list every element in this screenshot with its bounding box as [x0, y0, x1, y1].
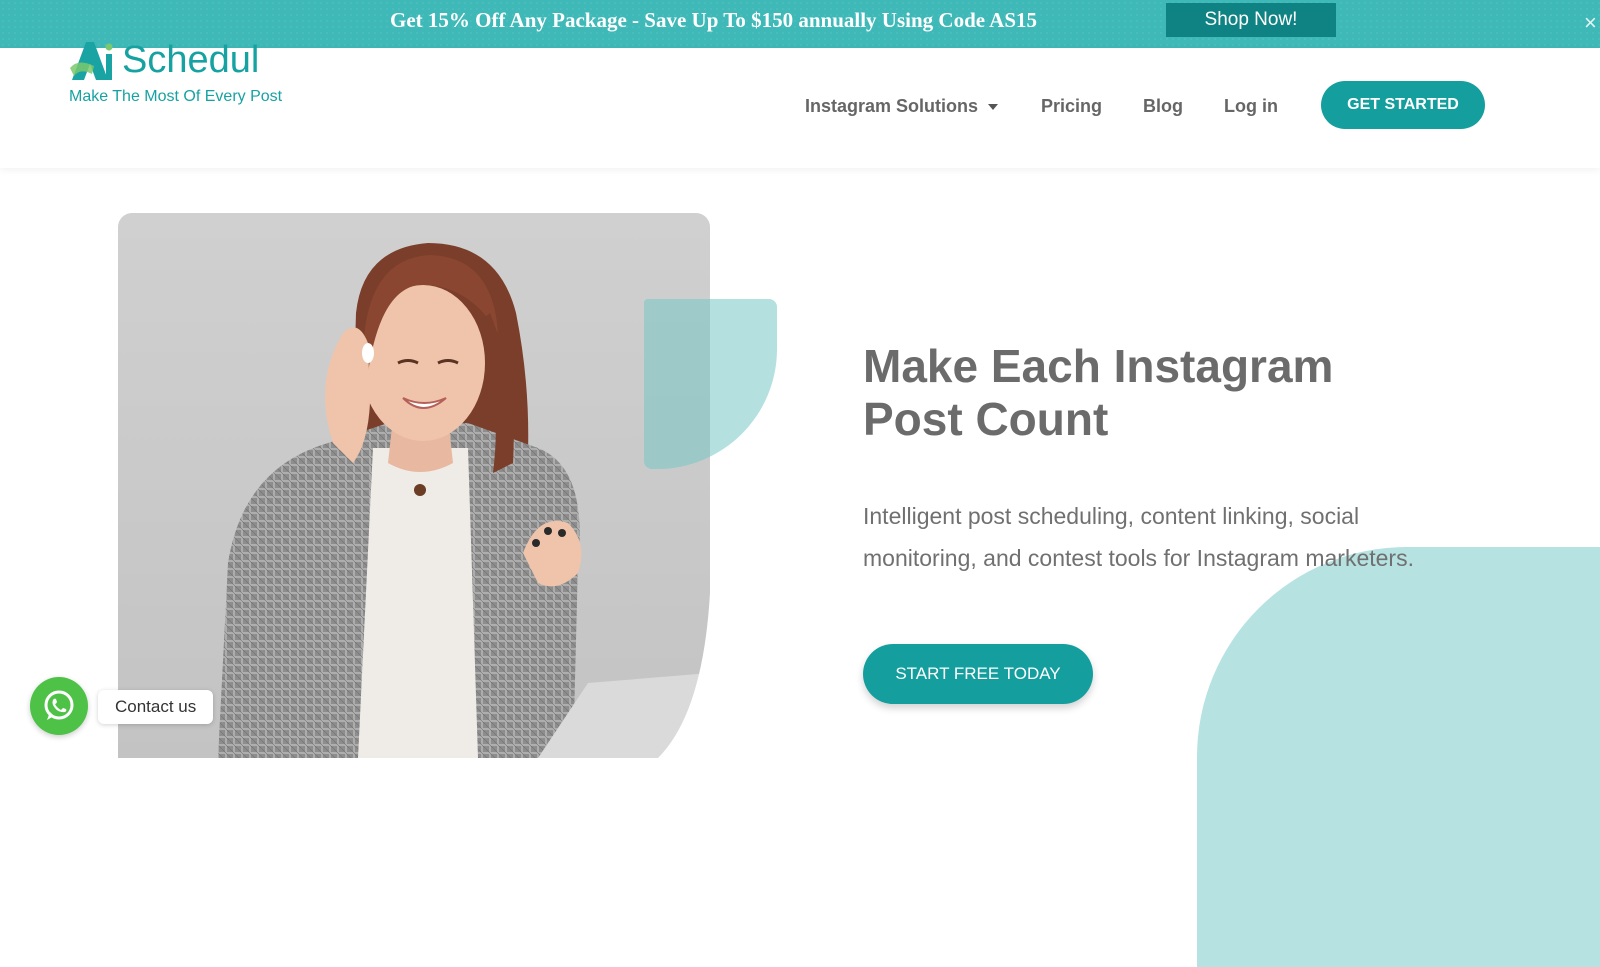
- nav-instagram-solutions[interactable]: Instagram Solutions: [805, 96, 999, 117]
- decorative-blob: [1197, 547, 1600, 967]
- promo-text: Get 15% Off Any Package - Save Up To $15…: [390, 8, 1038, 32]
- hero-photo: [118, 213, 710, 758]
- logo-tagline: Make The Most Of Every Post: [69, 88, 283, 105]
- decorative-accent-shape: [644, 299, 777, 469]
- hero-subtitle: Intelligent post scheduling, content lin…: [863, 503, 1414, 571]
- whatsapp-button[interactable]: [30, 677, 88, 735]
- nav-instagram-solutions-label: Instagram Solutions: [805, 96, 979, 116]
- close-icon[interactable]: ×: [1584, 12, 1597, 34]
- contact-us-label[interactable]: Contact us: [98, 690, 214, 724]
- whatsapp-icon: [44, 690, 74, 720]
- start-free-today-button[interactable]: START FREE TODAY: [863, 644, 1093, 704]
- nav-login[interactable]: Log in: [1224, 96, 1278, 117]
- caret-down-icon: [988, 104, 999, 111]
- logo-mark-icon: [70, 42, 113, 80]
- shop-now-button[interactable]: Shop Now!: [1166, 3, 1336, 37]
- woman-with-earbuds-photo: [118, 213, 710, 758]
- get-started-button[interactable]: GET STARTED: [1321, 81, 1485, 129]
- logo[interactable]: Schedul Make The Most Of Every Post: [68, 40, 308, 112]
- hero-title: Make Each Instagram Post Count: [863, 340, 1334, 445]
- nav-blog[interactable]: Blog: [1143, 96, 1183, 117]
- nav-pricing[interactable]: Pricing: [1041, 96, 1102, 117]
- logo-name: Schedul: [122, 39, 260, 81]
